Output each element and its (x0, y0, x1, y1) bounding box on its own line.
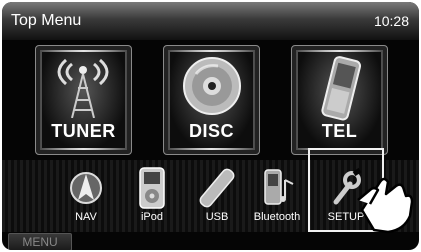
ipod-icon (139, 167, 165, 209)
nav-label: NAV (75, 211, 97, 223)
clock: 10:28 (373, 13, 409, 29)
tuner-button[interactable]: TUNER (35, 45, 132, 155)
page-title: Top Menu (11, 12, 82, 29)
bluetooth-label: Bluetooth (253, 211, 301, 223)
menu-button[interactable]: MENU (8, 233, 72, 250)
phone-icon (321, 56, 362, 121)
usb-stick-icon (199, 168, 235, 208)
tel-label: TEL (321, 121, 358, 141)
pointing-hand-icon (357, 177, 414, 234)
ipod-label: iPod (140, 211, 164, 223)
tuner-tower-icon (57, 58, 109, 118)
nav-button[interactable]: NAV (56, 162, 116, 226)
bluetooth-button[interactable]: Bluetooth (247, 162, 307, 226)
title-bar: Top Menu 10:28 (2, 2, 419, 40)
nav-compass-icon (70, 172, 102, 204)
disc-label: DISC (188, 121, 234, 141)
bluetooth-audio-icon (264, 169, 294, 205)
tel-button[interactable]: TEL (291, 45, 388, 155)
ipod-button[interactable]: iPod (122, 162, 182, 226)
usb-button[interactable]: USB (187, 162, 247, 226)
disc-button[interactable]: DISC (163, 45, 260, 155)
disc-icon (183, 57, 241, 115)
tuner-label: TUNER (51, 121, 116, 141)
